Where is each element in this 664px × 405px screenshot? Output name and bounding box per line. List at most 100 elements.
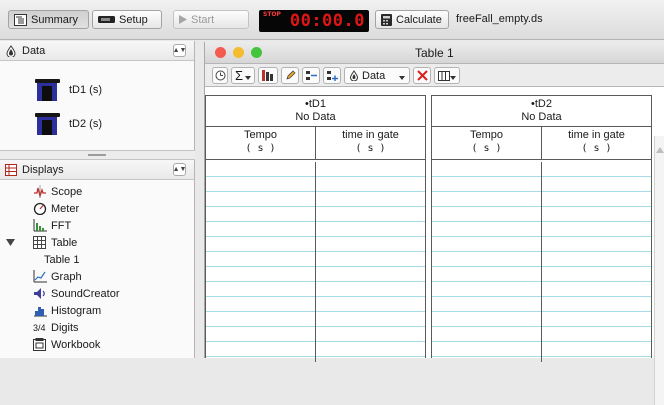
display-item-table-1[interactable]: Table 1 [0, 251, 194, 268]
play-icon [179, 15, 187, 24]
data-panel-menu-button[interactable]: ▲▼ [173, 44, 186, 57]
column-unit: ( s ) [471, 143, 502, 154]
data-source-dropdown[interactable]: Data [344, 67, 410, 84]
column-label: time in gate [342, 129, 399, 141]
photogate-sensor-icon [35, 113, 60, 135]
window-titlebar: Table 1 [205, 42, 664, 64]
displays-panel-title: Displays [22, 163, 64, 176]
document-filename: freeFall_empty.ds [456, 13, 543, 25]
display-item-soundcreator[interactable]: SoundCreator [0, 285, 194, 302]
column-divider [315, 162, 316, 362]
display-item-label: Scope [51, 185, 83, 198]
column-label: Tempo [243, 129, 278, 141]
display-item-meter[interactable]: Meter [0, 200, 194, 217]
columns-icon [438, 70, 450, 81]
clock-icon [215, 70, 225, 81]
display-item-scope[interactable]: Scope [0, 183, 194, 200]
insert-row-button[interactable] [302, 67, 320, 84]
display-item-workbook[interactable]: Workbook [0, 336, 194, 353]
display-item-histogram[interactable]: Histogram [0, 302, 194, 319]
delete-x-icon [416, 70, 428, 81]
calculate-button[interactable]: Calculate [375, 10, 449, 29]
tables-area: •tD1 No Data Tempo ( s ) time in gate ( … [205, 89, 664, 405]
window-title: Table 1 [415, 46, 454, 60]
displays-list: Scope Meter FFT Table Table 1 Graph Soun… [0, 180, 194, 353]
data-panel: Data ▲▼ tD1 (s) tD2 (s) [0, 41, 195, 150]
column-headers: Tempo ( s ) time in gate ( s ) [432, 127, 651, 160]
vertical-scrollbar[interactable] [654, 136, 664, 405]
minimize-window-button[interactable] [233, 47, 244, 58]
zoom-window-button[interactable] [251, 47, 262, 58]
dataset-label: tD1 (s) [69, 84, 102, 96]
column-divider [541, 162, 542, 362]
column-unit: ( s ) [581, 143, 612, 154]
display-item-graph[interactable]: Graph [0, 268, 194, 285]
table-icon [33, 236, 46, 249]
display-item-label: Table 1 [44, 253, 80, 266]
insert-row-icon [305, 71, 317, 80]
setup-label: Setup [119, 13, 148, 26]
pencil-button[interactable] [281, 67, 299, 84]
histogram-icon [34, 307, 47, 317]
fft-icon [33, 219, 47, 232]
data-table-td2: •tD2 No Data Tempo ( s ) time in gate ( … [431, 95, 652, 362]
speaker-icon [34, 288, 45, 299]
column-button[interactable] [258, 67, 278, 84]
display-item-label: Table [51, 236, 78, 249]
table-status: No Data [521, 111, 562, 123]
table-dataset-name: •tD1 [305, 98, 326, 110]
display-item-label: Meter [51, 202, 80, 215]
table-dataset-name: •tD2 [531, 98, 552, 110]
pencil-icon [285, 70, 295, 80]
delete-button[interactable] [413, 67, 431, 84]
data-table-td1: •tD1 No Data Tempo ( s ) time in gate ( … [205, 95, 426, 362]
timer-value: 00:00.0 [289, 11, 365, 31]
start-button[interactable]: Start [173, 10, 249, 29]
scroll-up-arrow-icon[interactable] [655, 146, 664, 154]
main-toolbar: Summary Setup Start STOP 00:00.0 Calcula… [0, 0, 664, 40]
display-item-label: Workbook [51, 338, 101, 351]
display-item-digits[interactable]: 3/4 Digits [0, 319, 194, 336]
display-item-table[interactable]: Table [0, 234, 194, 251]
data-icon [349, 70, 359, 81]
column-header[interactable]: time in gate ( s ) [315, 127, 425, 159]
graph-icon [33, 270, 47, 283]
digits-icon: 3/4 [33, 322, 46, 333]
start-label: Start [191, 13, 215, 26]
column-label: Tempo [469, 129, 504, 141]
statistics-button[interactable]: Σ [231, 67, 255, 84]
column-header[interactable]: time in gate ( s ) [541, 127, 651, 159]
panel-splitter[interactable] [0, 150, 195, 160]
summary-button[interactable]: Summary [8, 10, 89, 29]
display-item-label: Digits [51, 321, 79, 334]
table-status: No Data [295, 111, 336, 123]
displays-panel: Displays ▲▼ Scope Meter FFT Table Table … [0, 160, 195, 358]
column-unit: ( s ) [245, 143, 276, 154]
setup-icon [98, 16, 115, 23]
timing-button[interactable] [212, 67, 228, 84]
table-window: Table 1 Σ Data •tD1 No Data Tempo (s) … [204, 42, 664, 405]
meter-icon [33, 202, 47, 215]
data-icon [6, 44, 16, 57]
column-unit: ( s ) [355, 143, 386, 154]
data-panel-header: Data ▲▼ [0, 41, 194, 61]
columns-menu-button[interactable] [434, 67, 460, 84]
summary-label: Summary [31, 13, 79, 26]
calculator-icon [381, 13, 392, 26]
scope-icon [34, 185, 46, 198]
append-row-icon [326, 71, 338, 81]
append-row-button[interactable] [323, 67, 341, 84]
data-source-label: Data [362, 69, 386, 82]
table-header: •tD2 No Data [432, 96, 651, 127]
dataset-item[interactable]: tD2 (s) [33, 111, 102, 137]
displays-icon [5, 163, 17, 176]
setup-button[interactable]: Setup [92, 10, 162, 29]
displays-panel-menu-button[interactable]: ▲▼ [173, 163, 186, 176]
close-window-button[interactable] [215, 47, 226, 58]
dataset-item[interactable]: tD1 (s) [33, 77, 102, 103]
disclosure-triangle-icon[interactable] [6, 239, 15, 246]
timer-display: STOP 00:00.0 [259, 10, 369, 32]
column-header[interactable]: Tempo ( s ) [206, 127, 315, 159]
display-item-fft[interactable]: FFT [0, 217, 194, 234]
column-header[interactable]: Tempo ( s ) [432, 127, 541, 159]
